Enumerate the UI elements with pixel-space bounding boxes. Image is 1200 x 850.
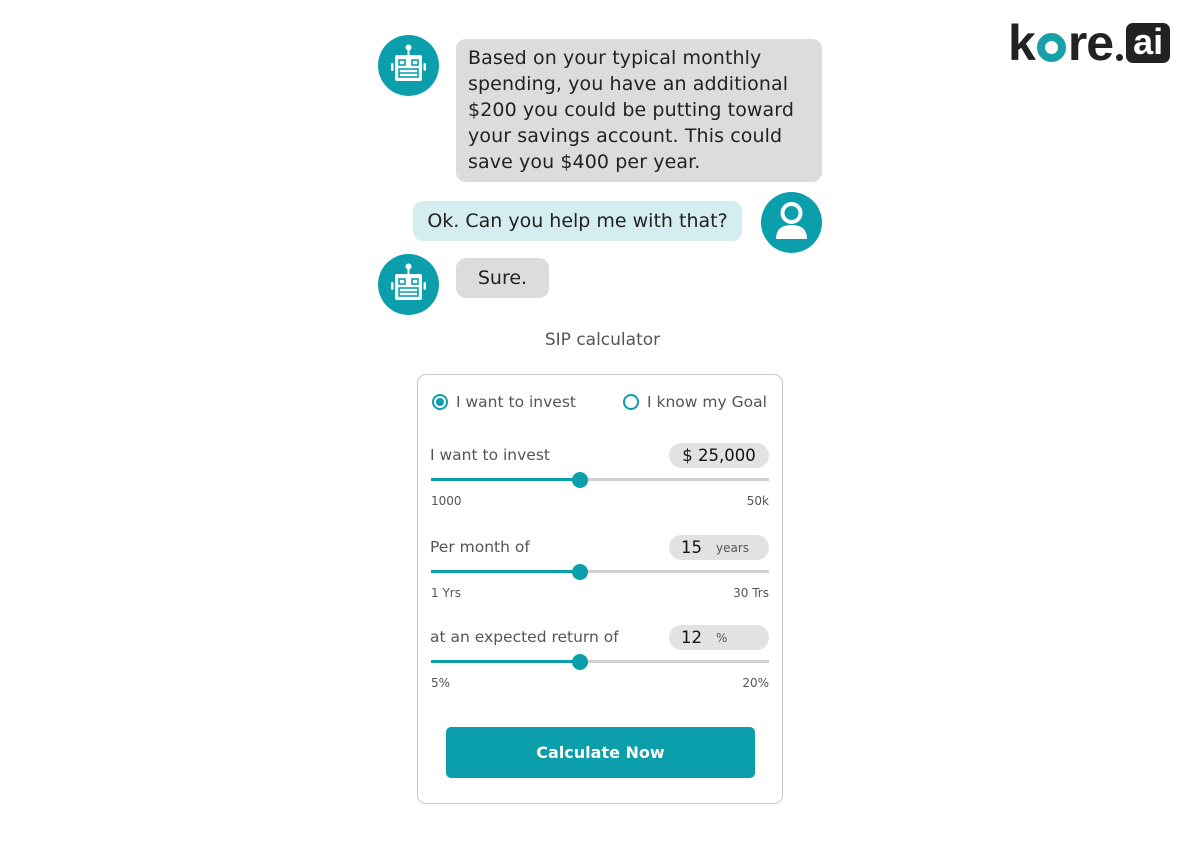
bot-avatar	[378, 35, 439, 96]
logo-ring-icon	[1036, 33, 1066, 62]
calculate-now-button[interactable]: Calculate Now	[446, 727, 755, 778]
slider-min-label: 1 Yrs	[431, 586, 461, 600]
logo-dot	[1116, 54, 1124, 61]
user-icon	[776, 202, 807, 239]
field-unit: %	[716, 630, 728, 645]
slider-fill	[431, 660, 580, 663]
robot-icon	[391, 263, 426, 300]
slider-max-label: 30 Trs	[733, 586, 769, 600]
logo-wordmark: k re	[1008, 15, 1114, 71]
radio-checked-icon[interactable]	[432, 394, 448, 410]
bot-message: Based on your typical monthly spending, …	[456, 39, 822, 182]
field-label: at an expected return of	[430, 628, 619, 646]
field-label: I want to invest	[430, 446, 550, 464]
field-label: Per month of	[430, 538, 530, 556]
field-value: $ 25,000	[682, 446, 756, 465]
slider-min-label: 1000	[431, 494, 462, 508]
expected-return-input[interactable]: 12 %	[669, 625, 769, 650]
radio-label: I want to invest	[456, 393, 576, 411]
bot-avatar	[378, 254, 439, 315]
logo-letters-re: re	[1067, 15, 1114, 71]
slider-handle[interactable]	[571, 472, 588, 488]
expected-return-slider[interactable]: 5% 20%	[431, 654, 769, 690]
radio-unchecked-icon[interactable]	[623, 394, 639, 410]
user-avatar	[761, 192, 822, 253]
slider-fill	[431, 478, 580, 481]
bot-message: Sure.	[456, 258, 549, 298]
invest-amount-input[interactable]: $ 25,000	[669, 443, 769, 468]
field-value: 15	[681, 538, 702, 557]
field-unit: years	[716, 540, 750, 555]
slider-max-label: 50k	[746, 494, 769, 508]
slider-max-label: 20%	[742, 676, 769, 690]
mode-radio-know-my-goal[interactable]: I know my Goal	[623, 393, 767, 411]
kore-ai-logo: k re ai	[1008, 15, 1171, 71]
slider-handle[interactable]	[571, 654, 588, 670]
field-value: 12	[681, 628, 702, 647]
duration-input[interactable]: 15 years	[669, 535, 769, 560]
sip-calculator-card: I want to invest I know my Goal I want t…	[417, 374, 783, 804]
duration-slider[interactable]: 1 Yrs 30 Trs	[431, 564, 769, 600]
user-message: Ok. Can you help me with that?	[413, 201, 742, 241]
slider-handle[interactable]	[571, 564, 588, 580]
radio-label: I know my Goal	[647, 393, 767, 411]
logo-letter-k: k	[1008, 15, 1036, 71]
invest-amount-slider[interactable]: 1000 50k	[431, 472, 769, 508]
slider-fill	[431, 570, 580, 573]
mode-radio-want-to-invest[interactable]: I want to invest	[432, 393, 576, 411]
slider-min-label: 5%	[431, 676, 451, 690]
robot-icon	[391, 44, 426, 81]
calculator-title: SIP calculator	[544, 330, 661, 350]
logo-ai-badge: ai	[1126, 23, 1171, 63]
